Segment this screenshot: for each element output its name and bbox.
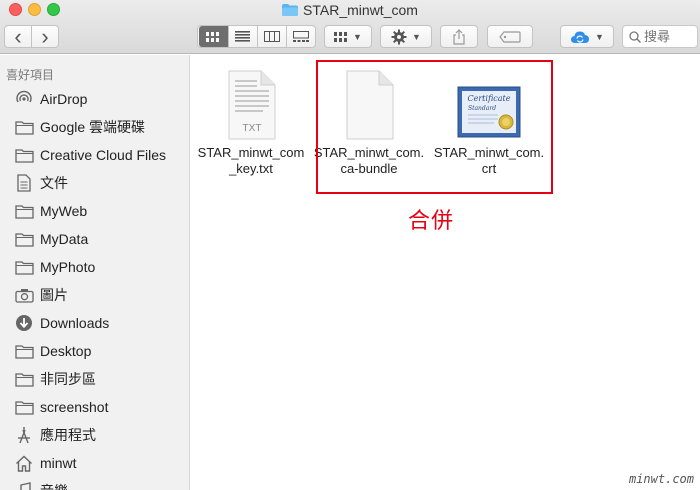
- sidebar-item-label: Downloads: [40, 315, 110, 331]
- sidebar-item-label: screenshot: [40, 399, 109, 415]
- sidebar-item-label: 文件: [40, 175, 68, 191]
- file-name-line: _key.txt: [229, 161, 273, 176]
- view-mode-control: [197, 25, 316, 48]
- sidebar-item-label: 非同步區: [40, 371, 96, 387]
- tag-button[interactable]: [487, 25, 533, 48]
- folder-icon: [14, 370, 34, 388]
- highlight-box: [316, 60, 553, 194]
- applications-icon: [14, 426, 34, 444]
- cloud-icon: [571, 31, 590, 43]
- window-title: STAR_minwt_com: [0, 2, 700, 18]
- search-input[interactable]: [644, 29, 696, 44]
- sidebar-item-documents[interactable]: 文件: [14, 171, 189, 195]
- folder-icon: [14, 230, 34, 248]
- columns-icon: [263, 31, 280, 42]
- folder-icon: [14, 118, 34, 136]
- navigation-group: ‹ ›: [4, 25, 59, 48]
- chevron-right-icon: ›: [41, 23, 49, 49]
- sidebar-item-label: 應用程式: [40, 427, 96, 443]
- folder-icon: [282, 4, 299, 16]
- merge-annotation: 合併: [408, 209, 455, 234]
- sidebar-item-screenshot[interactable]: screenshot: [14, 395, 189, 419]
- sidebar-item-applications[interactable]: 應用程式: [14, 423, 189, 447]
- sidebar-item-label: MyPhoto: [40, 259, 96, 275]
- search-icon: [629, 30, 641, 43]
- chevron-left-icon: ‹: [14, 23, 22, 49]
- tag-icon: [499, 30, 521, 43]
- gallery-icon: [292, 31, 309, 42]
- back-button[interactable]: ‹: [5, 23, 31, 49]
- gallery-view-button[interactable]: [285, 26, 315, 47]
- sidebar-item-desktop[interactable]: Desktop: [14, 339, 189, 363]
- sidebar-item-music[interactable]: 音樂: [14, 479, 189, 490]
- list-icon: [235, 31, 250, 42]
- sidebar-item-downloads[interactable]: Downloads: [14, 311, 189, 335]
- column-view-button[interactable]: [256, 26, 286, 47]
- music-icon: [14, 482, 34, 490]
- folder-icon: [14, 342, 34, 360]
- file-type-badge: TXT: [243, 123, 262, 134]
- folder-icon: [14, 398, 34, 416]
- sidebar-item-home[interactable]: minwt: [14, 451, 189, 475]
- sidebar-item-creative-cloud[interactable]: Creative Cloud Files: [14, 143, 189, 167]
- folder-icon: [14, 146, 34, 164]
- sidebar-item-label: Desktop: [40, 343, 92, 359]
- folder-icon: [14, 202, 34, 220]
- sidebar-item-google-drive[interactable]: Google 雲端硬碟: [14, 115, 189, 139]
- sidebar-item-label: Google 雲端硬碟: [40, 119, 146, 135]
- sidebar-item-label: MyData: [40, 231, 89, 247]
- cloud-sync-button[interactable]: ▼: [560, 25, 614, 48]
- sidebar-item-label: MyWeb: [40, 203, 88, 219]
- title-bar: STAR_minwt_com ‹ › ▼ ▼ ▼ 搜尋: [0, 0, 700, 54]
- airdrop-icon: [14, 90, 34, 108]
- downloads-icon: [14, 314, 34, 332]
- sidebar-item-airdrop[interactable]: AirDrop: [14, 87, 189, 111]
- chevron-down-icon: ▼: [412, 31, 421, 42]
- sidebar-item-label: 音樂: [40, 481, 68, 490]
- chevron-down-icon: ▼: [353, 31, 362, 42]
- sidebar-item-myphoto[interactable]: MyPhoto: [14, 255, 189, 279]
- watermark: minwt.com: [628, 472, 694, 486]
- forward-button[interactable]: ›: [32, 23, 58, 49]
- icon-grid-icon: [206, 31, 219, 42]
- gear-icon: [391, 29, 407, 44]
- action-button[interactable]: ▼: [380, 25, 432, 48]
- sidebar-item-label: minwt: [40, 455, 77, 471]
- window-title-text: STAR_minwt_com: [303, 2, 418, 18]
- arrange-grid-icon: [334, 31, 348, 42]
- file-name: STAR_minwt_com _key.txt: [191, 145, 311, 177]
- sidebar-item-label: 圖片: [40, 287, 68, 303]
- search-field[interactable]: [622, 25, 698, 48]
- sidebar-item-async[interactable]: 非同步區: [14, 367, 189, 391]
- list-view-button[interactable]: [227, 26, 257, 47]
- sidebar-item-label: Creative Cloud Files: [40, 147, 167, 163]
- folder-icon: [14, 258, 34, 276]
- icon-view-button[interactable]: [198, 26, 228, 47]
- sidebar-heading: 喜好項目: [6, 68, 55, 82]
- home-icon: [14, 454, 34, 472]
- sidebar-item-myweb[interactable]: MyWeb: [14, 199, 189, 223]
- file-name-line: STAR_minwt_com: [197, 145, 305, 160]
- share-icon: [453, 28, 465, 45]
- chevron-down-icon: ▼: [595, 31, 604, 42]
- arrange-button[interactable]: ▼: [324, 25, 372, 48]
- file-item-key-txt[interactable]: TXT STAR_minwt_com _key.txt: [191, 67, 311, 177]
- sidebar-item-label: AirDrop: [40, 91, 88, 107]
- documents-icon: [14, 174, 34, 192]
- sidebar-item-mydata[interactable]: MyData: [14, 227, 189, 251]
- share-button[interactable]: [440, 25, 478, 48]
- txt-file-icon: TXT: [228, 70, 276, 140]
- camera-icon: [14, 286, 34, 304]
- sidebar-item-pictures[interactable]: 圖片: [14, 283, 189, 307]
- sidebar: 喜好項目 AirDrop Google 雲端硬碟 Creative Cloud …: [0, 55, 190, 490]
